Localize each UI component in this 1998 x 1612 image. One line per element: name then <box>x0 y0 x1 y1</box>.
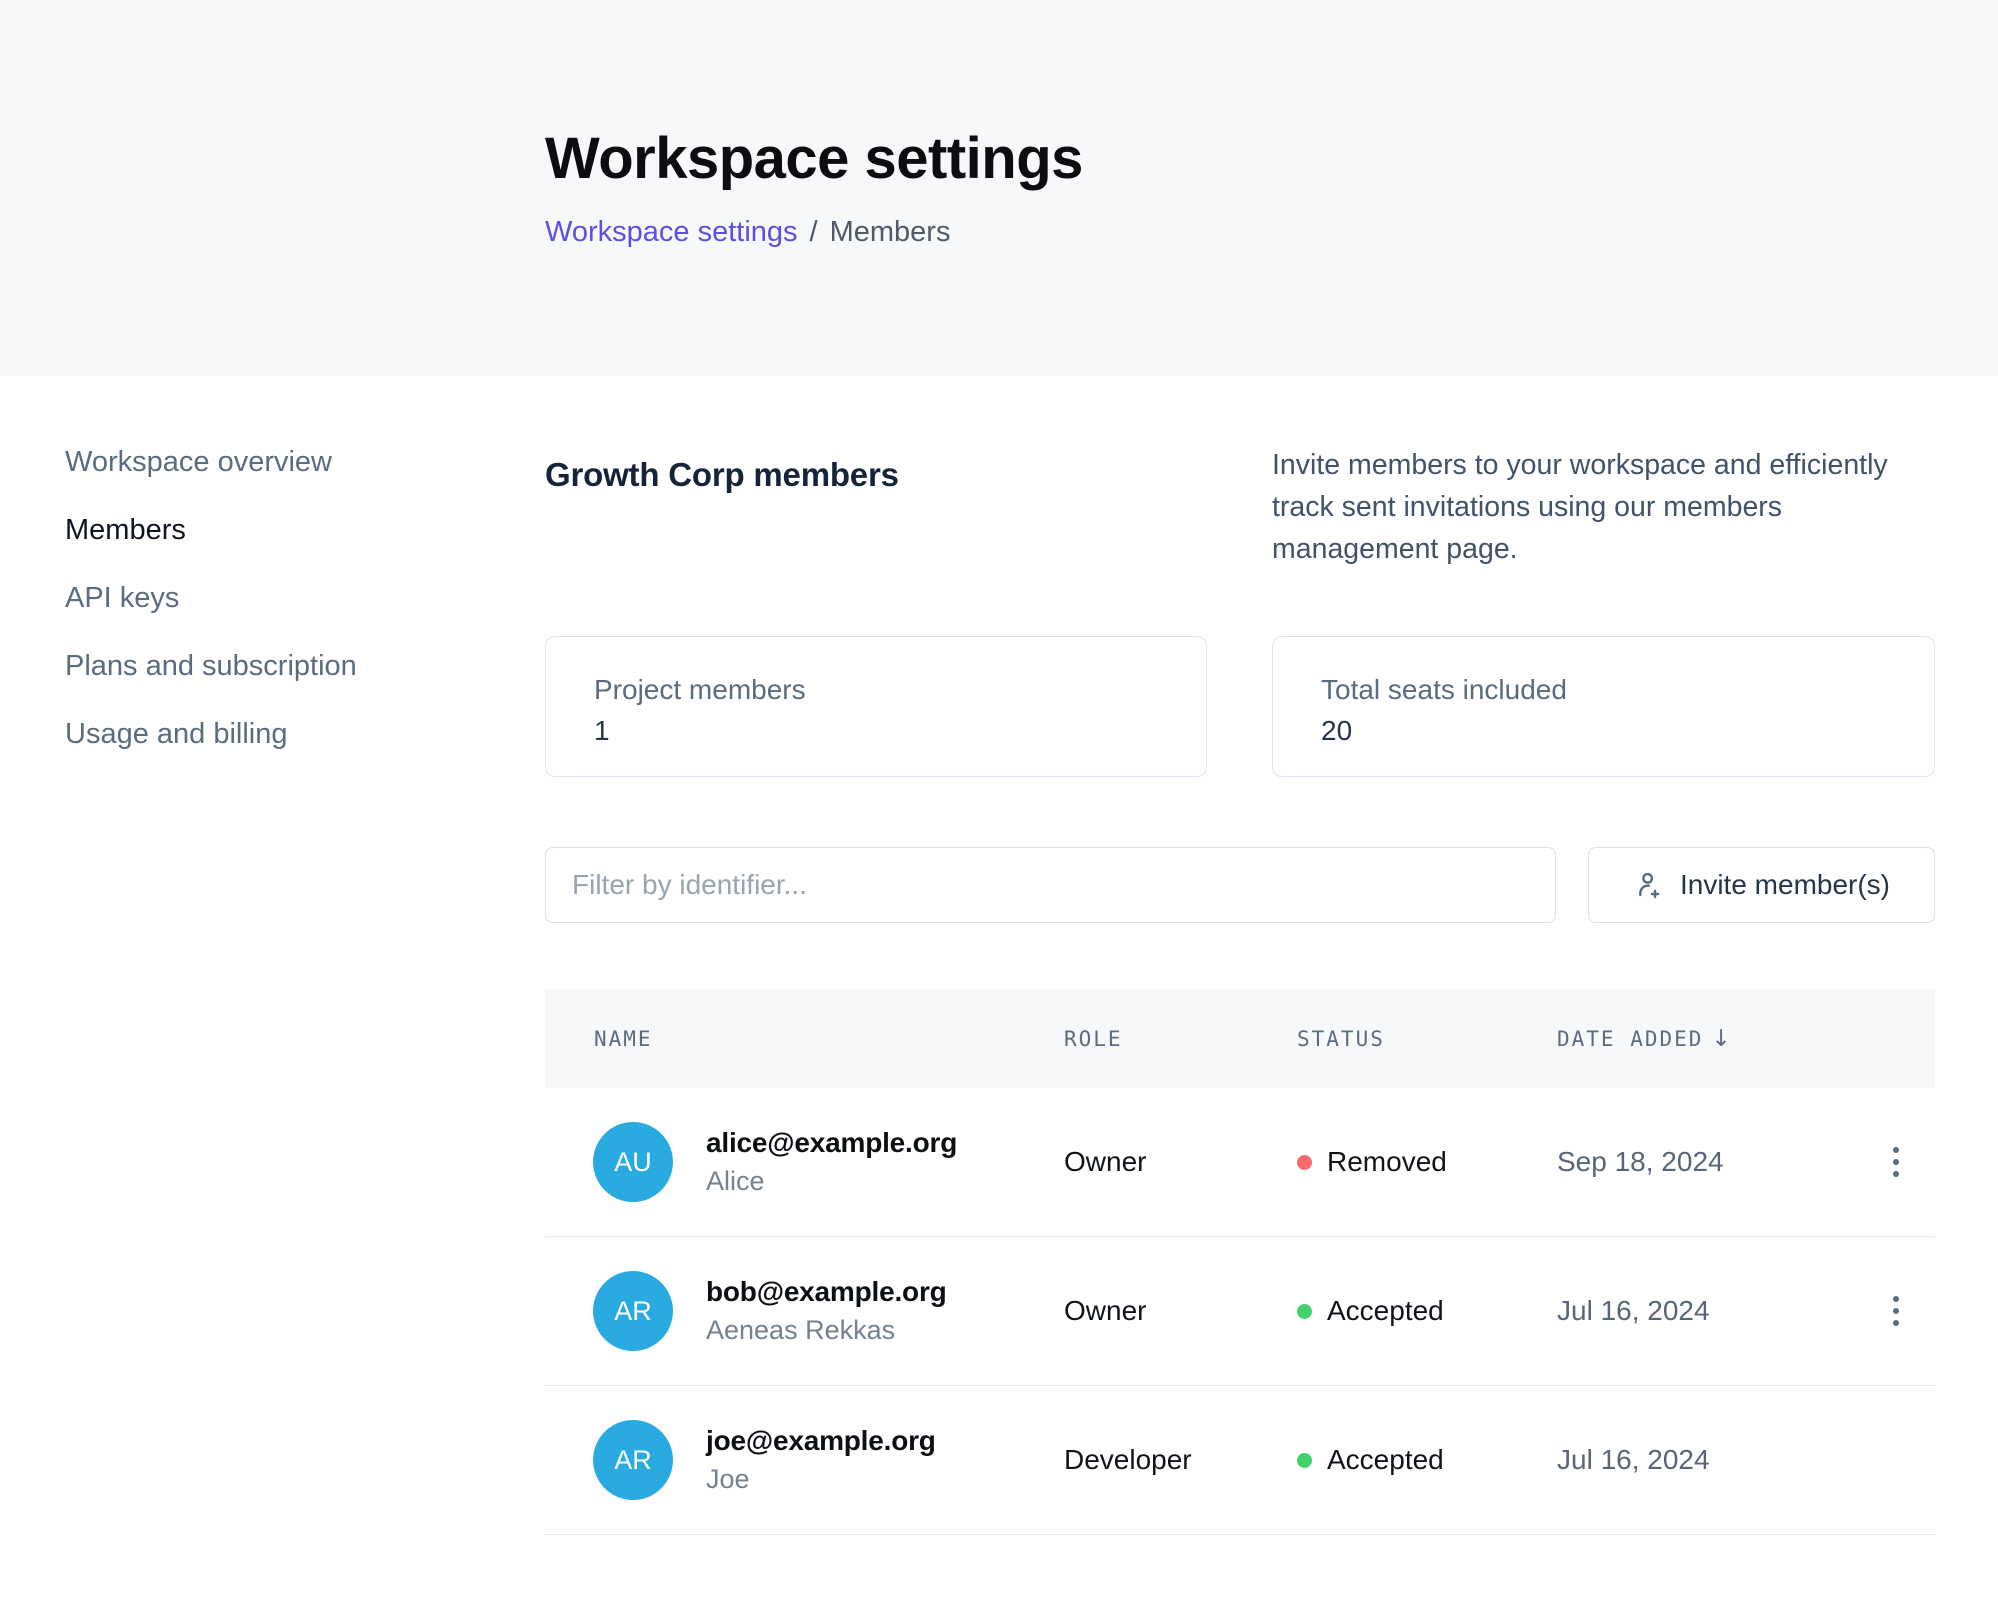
invite-button-label: Invite member(s) <box>1680 869 1890 901</box>
table-row: AR joe@example.org Joe Developer Accepte… <box>545 1386 1935 1535</box>
sidebar-item-api-keys[interactable]: API keys <box>65 582 179 615</box>
member-actions-cell <box>1857 1286 1935 1336</box>
column-header-label: DATE ADDED <box>1557 1027 1703 1051</box>
breadcrumb: Workspace settings / Members <box>545 216 1938 249</box>
members-heading: Growth Corp members <box>545 444 1207 494</box>
sidebar-item-usage-and-billing[interactable]: Usage and billing <box>65 718 287 751</box>
workspace-settings-page: Workspace settings Workspace settings / … <box>0 0 1998 1535</box>
member-name: Aeneas Rekkas <box>706 1315 947 1346</box>
intro-row: Growth Corp members Invite members to yo… <box>545 444 1935 570</box>
stat-label: Project members <box>594 674 1206 706</box>
stat-card-total-seats: Total seats included 20 <box>1272 636 1935 777</box>
avatar: AU <box>593 1122 673 1202</box>
member-identity: bob@example.org Aeneas Rekkas <box>706 1276 947 1346</box>
filter-input[interactable] <box>545 847 1556 923</box>
member-status: Accepted <box>1297 1295 1557 1327</box>
column-header-status[interactable]: STATUS <box>1297 1027 1557 1051</box>
member-date-added: Sep 18, 2024 <box>1557 1146 1857 1178</box>
member-name: Alice <box>706 1166 957 1197</box>
status-label: Removed <box>1327 1146 1447 1178</box>
breadcrumb-separator: / <box>810 216 818 249</box>
stat-value: 20 <box>1321 715 1934 747</box>
kebab-dot <box>1893 1320 1899 1326</box>
settings-sidebar: Workspace overview Members API keys Plan… <box>0 376 545 1535</box>
status-label: Accepted <box>1327 1444 1444 1476</box>
member-status: Removed <box>1297 1146 1557 1178</box>
member-status: Accepted <box>1297 1444 1557 1476</box>
sort-descending-icon: ↓ <box>1711 1026 1730 1052</box>
row-menu-button[interactable] <box>1883 1286 1909 1336</box>
column-header-name[interactable]: NAME <box>545 1027 1064 1051</box>
status-label: Accepted <box>1327 1295 1444 1327</box>
kebab-dot <box>1893 1296 1899 1302</box>
members-panel: Growth Corp members Invite members to yo… <box>545 376 1935 1535</box>
page-header: Workspace settings Workspace settings / … <box>0 0 1998 376</box>
page-title: Workspace settings <box>545 125 1938 192</box>
status-dot <box>1297 1155 1312 1170</box>
stat-value: 1 <box>594 715 1206 747</box>
member-date-added: Jul 16, 2024 <box>1557 1295 1857 1327</box>
member-name: Joe <box>706 1464 936 1495</box>
invite-members-button[interactable]: Invite member(s) <box>1588 847 1935 923</box>
column-header-date-added[interactable]: DATE ADDED ↓ <box>1557 1026 1857 1052</box>
stat-card-project-members: Project members 1 <box>545 636 1207 777</box>
member-email: bob@example.org <box>706 1276 947 1308</box>
member-name-cell: AU alice@example.org Alice <box>545 1122 1064 1202</box>
table-row: AU alice@example.org Alice Owner Removed… <box>545 1088 1935 1237</box>
member-role: Owner <box>1064 1146 1297 1178</box>
stat-label: Total seats included <box>1321 674 1934 706</box>
table-header-row: NAME ROLE STATUS DATE ADDED ↓ <box>545 989 1935 1088</box>
member-identity: alice@example.org Alice <box>706 1127 957 1197</box>
kebab-dot <box>1893 1171 1899 1177</box>
stats-row: Project members 1 Total seats included 2… <box>545 636 1935 777</box>
sidebar-item-members[interactable]: Members <box>65 514 186 547</box>
table-row: AR bob@example.org Aeneas Rekkas Owner A… <box>545 1237 1935 1386</box>
row-menu-button[interactable] <box>1883 1137 1909 1187</box>
member-date-added: Jul 16, 2024 <box>1557 1444 1857 1476</box>
sidebar-item-plans-and-subscription[interactable]: Plans and subscription <box>65 650 357 683</box>
kebab-dot <box>1893 1308 1899 1314</box>
sidebar-item-workspace-overview[interactable]: Workspace overview <box>65 446 332 479</box>
member-name-cell: AR joe@example.org Joe <box>545 1420 1064 1500</box>
breadcrumb-current: Members <box>830 216 951 249</box>
member-identity: joe@example.org Joe <box>706 1425 936 1495</box>
content-area: Workspace overview Members API keys Plan… <box>0 376 1998 1535</box>
members-table: NAME ROLE STATUS DATE ADDED ↓ AU alice@e… <box>545 989 1935 1535</box>
status-dot <box>1297 1304 1312 1319</box>
column-header-role[interactable]: ROLE <box>1064 1027 1297 1051</box>
breadcrumb-link-workspace-settings[interactable]: Workspace settings <box>545 216 798 249</box>
members-description: Invite members to your workspace and eff… <box>1272 444 1935 570</box>
member-name-cell: AR bob@example.org Aeneas Rekkas <box>545 1271 1064 1351</box>
member-role: Owner <box>1064 1295 1297 1327</box>
user-plus-icon <box>1633 869 1665 901</box>
member-actions-cell <box>1857 1137 1935 1187</box>
status-dot <box>1297 1453 1312 1468</box>
members-toolbar: Invite member(s) <box>545 847 1935 923</box>
avatar: AR <box>593 1271 673 1351</box>
kebab-dot <box>1893 1159 1899 1165</box>
member-role: Developer <box>1064 1444 1297 1476</box>
avatar: AR <box>593 1420 673 1500</box>
member-email: joe@example.org <box>706 1425 936 1457</box>
kebab-dot <box>1893 1147 1899 1153</box>
member-email: alice@example.org <box>706 1127 957 1159</box>
